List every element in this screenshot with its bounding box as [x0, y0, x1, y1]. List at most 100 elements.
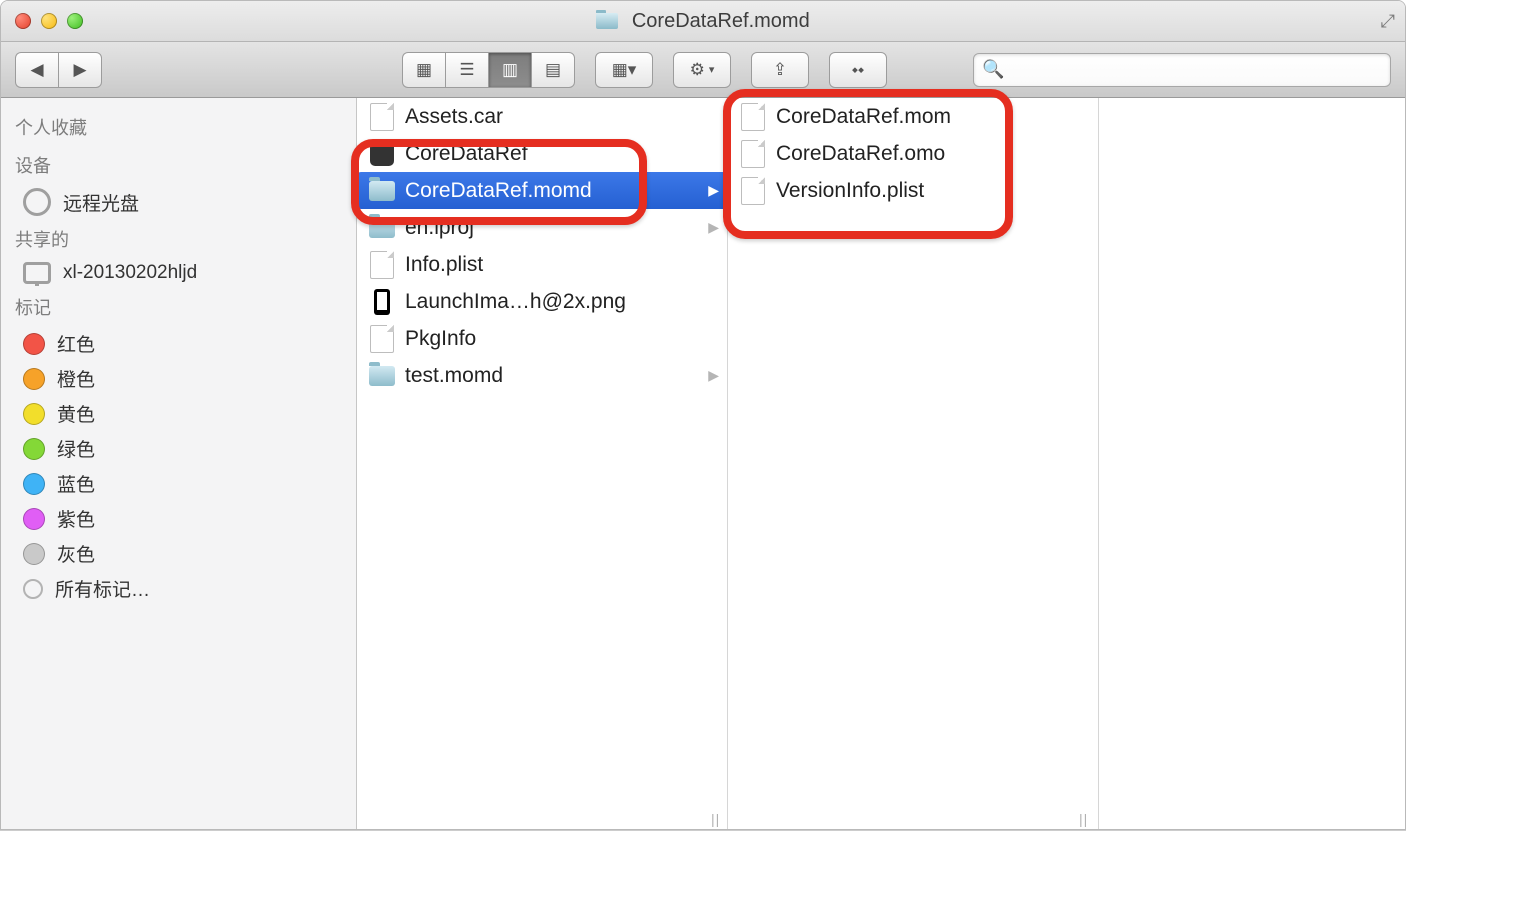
- sidebar-item-label: 远程光盘: [63, 189, 139, 216]
- document-icon: [370, 325, 394, 353]
- action-button[interactable]: ⚙▾: [673, 52, 731, 88]
- disc-icon: [23, 188, 51, 216]
- chevron-right-icon: ▶: [708, 367, 719, 384]
- sidebar-section-devices: 设备: [1, 146, 356, 184]
- file-row[interactable]: VersionInfo.plist: [728, 172, 1098, 209]
- back-button[interactable]: ◀: [15, 52, 58, 88]
- sidebar-tag-green[interactable]: 绿色: [1, 431, 356, 466]
- window-title: CoreDataRef.momd: [1, 10, 1405, 33]
- file-row[interactable]: en.lproj ▶: [357, 209, 727, 246]
- file-row[interactable]: LaunchIma…h@2x.png: [357, 283, 727, 320]
- sidebar-item-remote-disc[interactable]: 远程光盘: [1, 184, 356, 220]
- tag-dot-icon: [23, 333, 45, 355]
- close-window-button[interactable]: [15, 13, 31, 29]
- nav-buttons: ◀ ▶: [15, 52, 102, 88]
- column-view-button[interactable]: ▥: [488, 52, 531, 88]
- window-body: 个人收藏 设备 远程光盘 共享的 xl-20130202hljd 标记 红色 橙…: [1, 98, 1405, 829]
- sidebar-item-shared-machine[interactable]: xl-20130202hljd: [1, 258, 356, 288]
- column-right: CoreDataRef.mom CoreDataRef.omo VersionI…: [728, 98, 1099, 829]
- file-name: Assets.car: [405, 105, 503, 129]
- column-browser: Assets.car CoreDataRef CoreDataRef.momd …: [357, 98, 1405, 829]
- toolbar: ◀ ▶ ▦ ☰ ▥ ▤ ▦▾ ⚙▾ ⇪ ⬩⬩ 🔍: [1, 42, 1405, 98]
- tag-all-icon: [23, 579, 43, 599]
- sidebar-item-label: 所有标记…: [55, 575, 150, 602]
- sidebar-section-favorites: 个人收藏: [1, 108, 356, 146]
- chevron-right-icon: ▶: [708, 219, 719, 236]
- zoom-window-button[interactable]: [67, 13, 83, 29]
- file-name: en.lproj: [405, 216, 474, 240]
- folder-icon: [369, 218, 395, 238]
- file-name: VersionInfo.plist: [776, 179, 924, 203]
- file-name: PkgInfo: [405, 327, 476, 351]
- list-view-button[interactable]: ☰: [445, 52, 488, 88]
- titlebar: CoreDataRef.momd ⤢: [1, 1, 1405, 42]
- folder-icon: [369, 181, 395, 201]
- sidebar-item-label: 灰色: [57, 540, 95, 567]
- folder-icon: [369, 366, 395, 386]
- monitor-icon: [23, 262, 51, 284]
- column-preview: [1099, 98, 1405, 829]
- file-row[interactable]: CoreDataRef.omo: [728, 135, 1098, 172]
- document-icon: [370, 251, 394, 279]
- tag-dot-icon: [23, 508, 45, 530]
- window-title-text: CoreDataRef.momd: [632, 10, 810, 32]
- sidebar: 个人收藏 设备 远程光盘 共享的 xl-20130202hljd 标记 红色 橙…: [1, 98, 357, 829]
- sidebar-item-label: 绿色: [57, 435, 95, 462]
- folder-icon: [596, 13, 618, 29]
- sidebar-item-label: 黄色: [57, 400, 95, 427]
- search-field[interactable]: 🔍: [973, 53, 1391, 87]
- tags-button[interactable]: ⬩⬩: [829, 52, 887, 88]
- traffic-lights: [15, 13, 83, 29]
- document-icon: [741, 177, 765, 205]
- search-icon: 🔍: [982, 59, 1004, 80]
- sidebar-item-label: 紫色: [57, 505, 95, 532]
- fullscreen-icon[interactable]: ⤢: [1381, 11, 1395, 32]
- tag-dot-icon: [23, 438, 45, 460]
- file-name: Info.plist: [405, 253, 483, 277]
- file-name: LaunchIma…h@2x.png: [405, 290, 626, 314]
- chevron-right-icon: ▶: [708, 182, 719, 199]
- coverflow-view-button[interactable]: ▤: [531, 52, 575, 88]
- sidebar-item-label: 橙色: [57, 365, 95, 392]
- sidebar-item-label: 红色: [57, 330, 95, 357]
- file-name: test.momd: [405, 364, 503, 388]
- sidebar-tag-blue[interactable]: 蓝色: [1, 466, 356, 501]
- column-middle: Assets.car CoreDataRef CoreDataRef.momd …: [357, 98, 728, 829]
- file-row[interactable]: Info.plist: [357, 246, 727, 283]
- sidebar-tag-all[interactable]: 所有标记…: [1, 571, 356, 606]
- document-icon: [741, 103, 765, 131]
- sidebar-tag-orange[interactable]: 橙色: [1, 361, 356, 396]
- sidebar-tag-red[interactable]: 红色: [1, 326, 356, 361]
- tag-dot-icon: [23, 403, 45, 425]
- document-icon: [370, 103, 394, 131]
- file-row[interactable]: PkgInfo: [357, 320, 727, 357]
- app-icon: [370, 142, 394, 166]
- sidebar-section-tags: 标记: [1, 288, 356, 326]
- image-icon: [374, 289, 390, 315]
- finder-window: CoreDataRef.momd ⤢ ◀ ▶ ▦ ☰ ▥ ▤ ▦▾ ⚙▾ ⇪ ⬩…: [0, 0, 1406, 830]
- forward-button[interactable]: ▶: [58, 52, 102, 88]
- minimize-window-button[interactable]: [41, 13, 57, 29]
- file-row[interactable]: CoreDataRef: [357, 135, 727, 172]
- tag-dot-icon: [23, 543, 45, 565]
- share-button[interactable]: ⇪: [751, 52, 809, 88]
- file-row[interactable]: CoreDataRef.momd ▶: [357, 172, 727, 209]
- file-name: CoreDataRef.momd: [405, 179, 592, 203]
- icon-view-button[interactable]: ▦: [402, 52, 445, 88]
- file-name: CoreDataRef: [405, 142, 528, 166]
- sidebar-tag-gray[interactable]: 灰色: [1, 536, 356, 571]
- sidebar-tag-yellow[interactable]: 黄色: [1, 396, 356, 431]
- file-row[interactable]: Assets.car: [357, 98, 727, 135]
- sidebar-tag-purple[interactable]: 紫色: [1, 501, 356, 536]
- sidebar-section-shared: 共享的: [1, 220, 356, 258]
- file-row[interactable]: CoreDataRef.mom: [728, 98, 1098, 135]
- file-name: CoreDataRef.mom: [776, 105, 951, 129]
- file-row[interactable]: test.momd ▶: [357, 357, 727, 394]
- document-icon: [741, 140, 765, 168]
- sidebar-item-label: 蓝色: [57, 470, 95, 497]
- file-name: CoreDataRef.omo: [776, 142, 945, 166]
- arrange-button[interactable]: ▦▾: [595, 52, 653, 88]
- search-input[interactable]: [1010, 60, 1382, 80]
- tag-dot-icon: [23, 473, 45, 495]
- view-mode-selector: ▦ ☰ ▥ ▤: [402, 52, 575, 88]
